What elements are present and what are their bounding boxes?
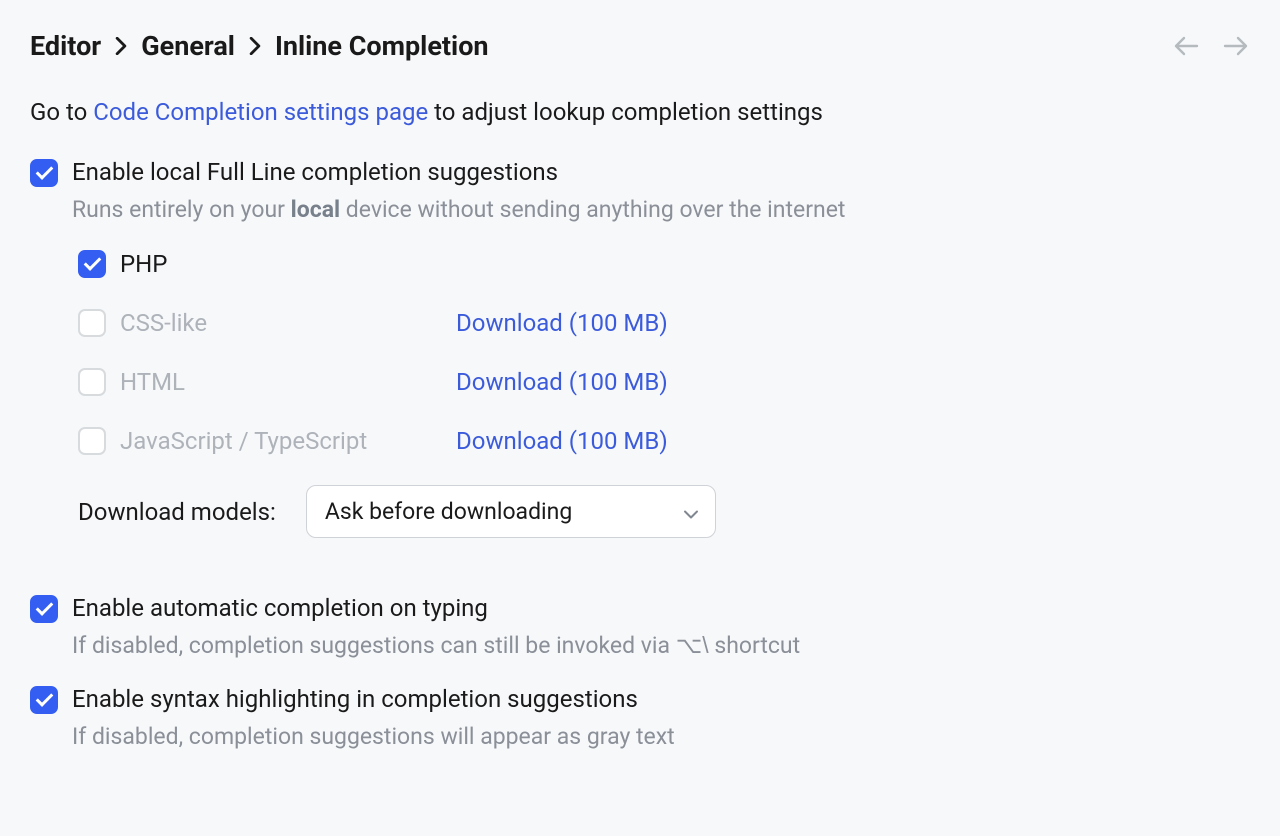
- lang-label-php[interactable]: PHP: [120, 250, 442, 278]
- lang-js: JavaScript / TypeScript Download (100 MB…: [78, 426, 1250, 455]
- lang-php: PHP: [78, 249, 1250, 278]
- chevron-right-icon: [249, 37, 261, 55]
- download-models-value: Ask before downloading: [325, 498, 572, 525]
- intro-suffix: to adjust lookup completion settings: [428, 98, 823, 126]
- intro-text: Go to Code Completion settings page to a…: [30, 98, 1250, 126]
- setting-title[interactable]: Enable automatic completion on typing: [72, 594, 800, 622]
- download-html-link[interactable]: Download (100 MB): [456, 368, 668, 396]
- download-models-select[interactable]: Ask before downloading: [306, 485, 716, 538]
- setting-description: If disabled, completion suggestions can …: [72, 632, 800, 659]
- setting-title[interactable]: Enable local Full Line completion sugges…: [72, 158, 845, 186]
- shortcut-badge: ⌥\: [676, 632, 709, 659]
- lang-label-css[interactable]: CSS-like: [120, 309, 442, 337]
- checkbox-php[interactable]: [78, 250, 106, 278]
- languages-list: PHP CSS-like Download (100 MB) HTML Down…: [78, 249, 1250, 538]
- chevron-down-icon: [683, 498, 699, 525]
- nav-arrows: [1172, 32, 1250, 60]
- setting-text: Enable syntax highlighting in completion…: [72, 685, 675, 750]
- lang-label-js[interactable]: JavaScript / TypeScript: [120, 427, 442, 455]
- breadcrumb-general[interactable]: General: [141, 30, 235, 62]
- setting-syntax-highlight: Enable syntax highlighting in completion…: [30, 685, 1250, 750]
- checkbox-html[interactable]: [78, 368, 106, 396]
- forward-arrow-icon[interactable]: [1222, 32, 1250, 60]
- download-models-row: Download models: Ask before downloading: [78, 485, 1250, 538]
- setting-description: If disabled, completion suggestions will…: [72, 723, 675, 750]
- lang-label-html[interactable]: HTML: [120, 368, 442, 396]
- download-js-link[interactable]: Download (100 MB): [456, 427, 668, 455]
- intro-prefix: Go to: [30, 98, 93, 126]
- lang-html: HTML Download (100 MB): [78, 367, 1250, 396]
- setting-description: Runs entirely on your local device witho…: [72, 196, 845, 223]
- setting-auto-typing: Enable automatic completion on typing If…: [30, 594, 1250, 659]
- back-arrow-icon[interactable]: [1172, 32, 1200, 60]
- breadcrumb: Editor General Inline Completion: [30, 30, 489, 62]
- download-css-link[interactable]: Download (100 MB): [456, 309, 668, 337]
- download-models-label: Download models:: [78, 498, 276, 526]
- lang-css: CSS-like Download (100 MB): [78, 308, 1250, 337]
- setting-text: Enable automatic completion on typing If…: [72, 594, 800, 659]
- setting-text: Enable local Full Line completion sugges…: [72, 158, 845, 223]
- setting-full-line: Enable local Full Line completion sugges…: [30, 158, 1250, 223]
- breadcrumb-inline-completion: Inline Completion: [275, 30, 489, 62]
- checkbox-full-line[interactable]: [30, 159, 58, 187]
- header: Editor General Inline Completion: [30, 30, 1250, 62]
- code-completion-link[interactable]: Code Completion settings page: [93, 98, 428, 126]
- checkbox-syntax-highlight[interactable]: [30, 686, 58, 714]
- checkbox-js[interactable]: [78, 427, 106, 455]
- breadcrumb-editor[interactable]: Editor: [30, 30, 101, 62]
- checkbox-auto-typing[interactable]: [30, 595, 58, 623]
- checkbox-css[interactable]: [78, 309, 106, 337]
- setting-title[interactable]: Enable syntax highlighting in completion…: [72, 685, 675, 713]
- chevron-right-icon: [115, 37, 127, 55]
